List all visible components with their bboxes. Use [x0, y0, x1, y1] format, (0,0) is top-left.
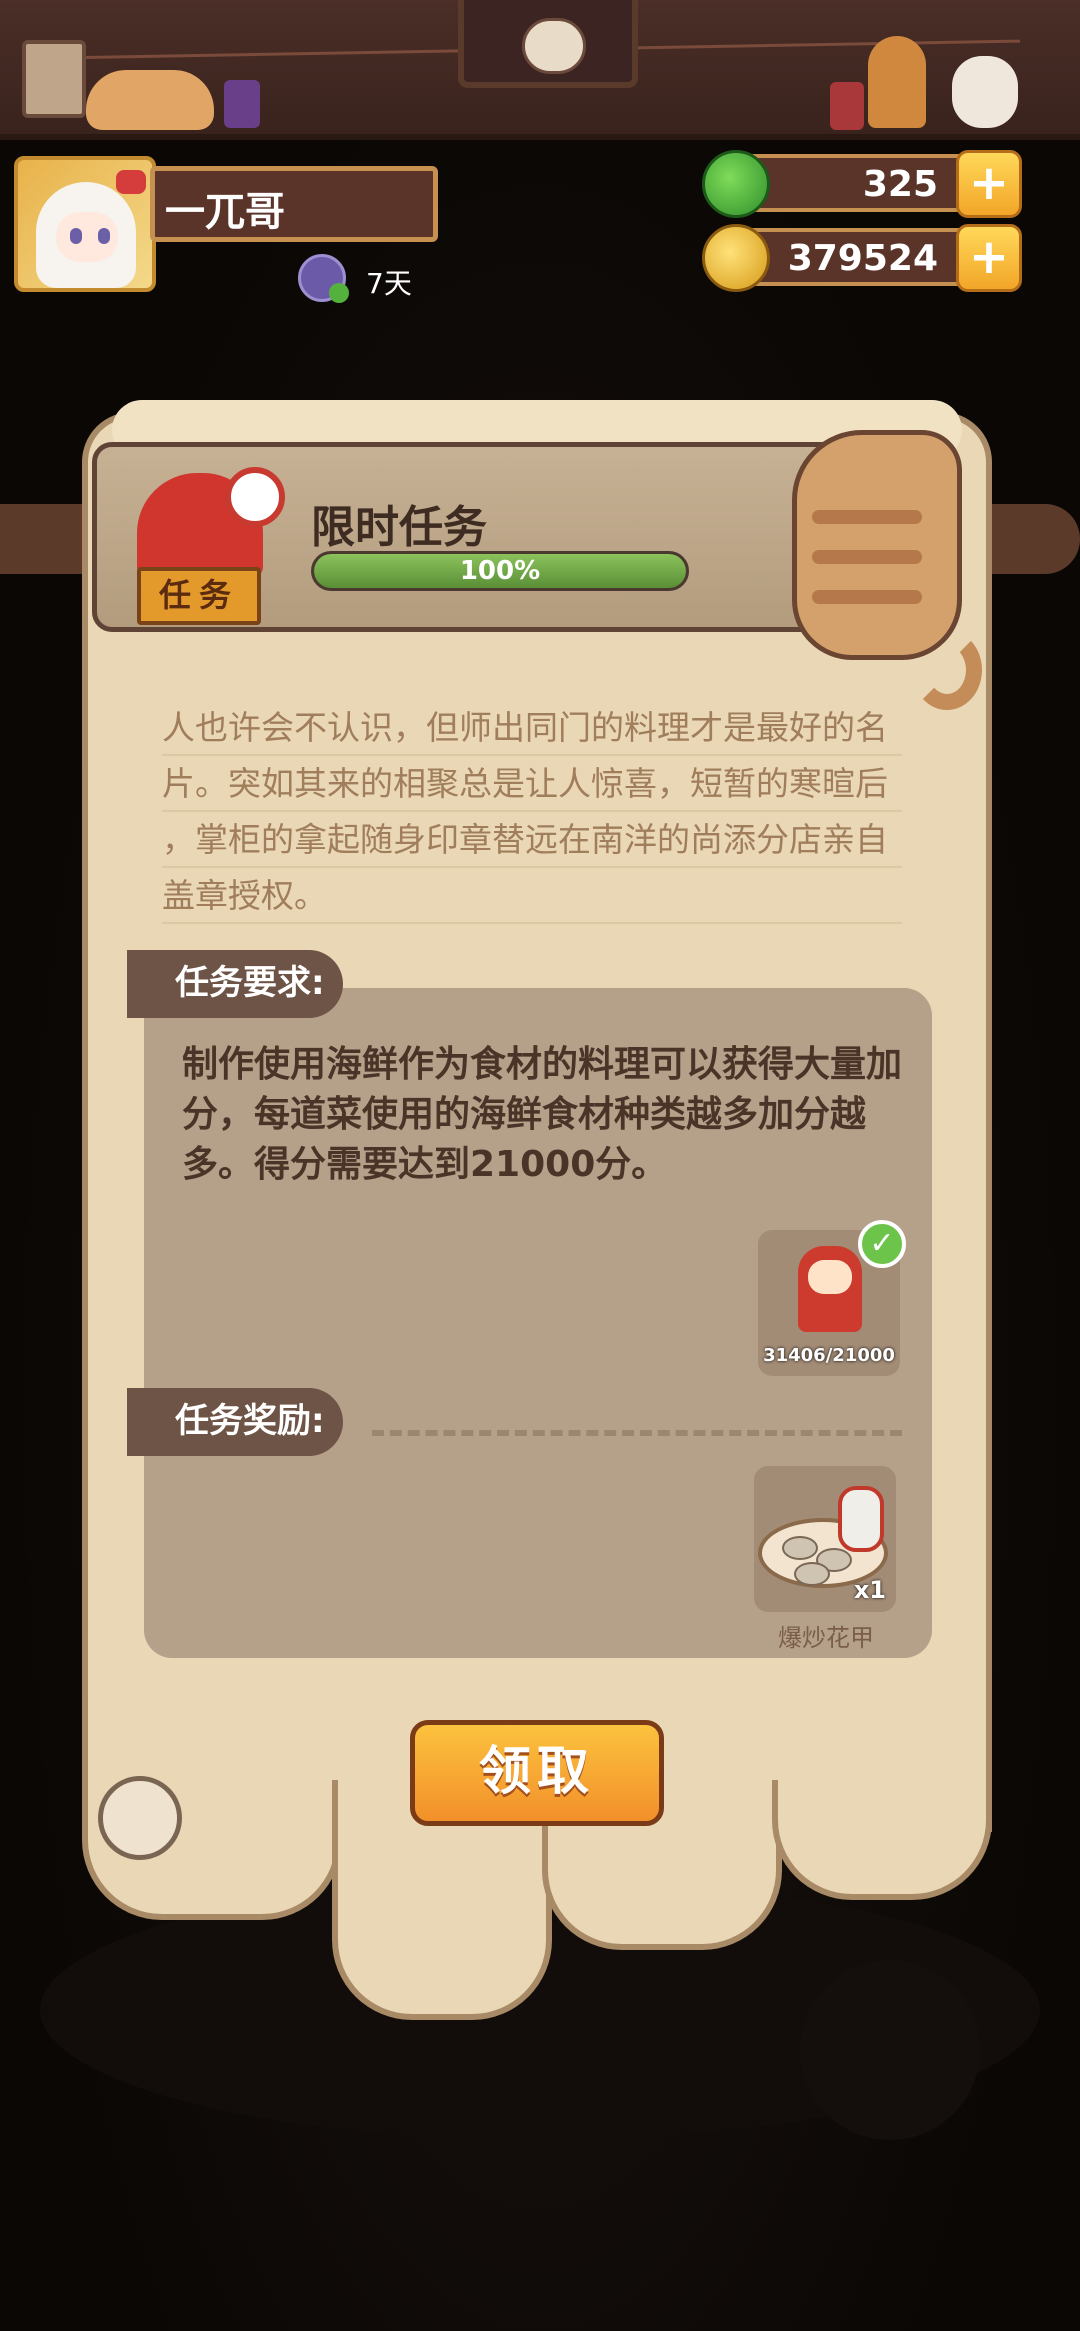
story-line: 片。突如其来的相聚总是让人惊喜，短暂的寒暄后 — [162, 756, 902, 812]
sleeping-cat-icon — [86, 70, 214, 130]
task-story: 人也许会不认识，但师出同门的料理才是最好的名 片。突如其来的相聚总是让人惊喜，短… — [162, 700, 902, 924]
reward-label: 任务奖励: — [127, 1388, 343, 1456]
jade-amount: 325 — [862, 164, 938, 205]
avatar-eye-right — [98, 228, 110, 244]
chef-face — [808, 1260, 852, 1294]
hanging-sign — [458, 0, 638, 88]
clam-icon — [782, 1536, 818, 1560]
reward-card[interactable]: x1 — [754, 1466, 896, 1612]
task-tag: 任务 — [137, 567, 261, 625]
requirement-text: 制作使用海鲜作为食材的料理可以获得大量加分，每道菜使用的海鲜食材种类越多加分越多… — [182, 1044, 903, 1185]
clock-icon — [225, 467, 285, 527]
task-progress-bar: 100% — [311, 551, 689, 591]
story-line: 盖章授权。 — [162, 868, 902, 924]
vip-badge-icon[interactable] — [298, 254, 349, 303]
player-name: 一兀哥 — [165, 189, 285, 235]
reward-quantity: x1 — [853, 1576, 886, 1604]
cat-stripe — [812, 510, 922, 524]
days-counter: 7天 — [366, 267, 412, 300]
coin-amount: 379524 — [787, 238, 938, 279]
avatar-bow — [116, 170, 146, 194]
add-jade-button[interactable]: + — [956, 150, 1022, 218]
shopkeeper-figure-icon — [868, 36, 926, 128]
story-line: 人也许会不认识，但师出同门的料理才是最好的名 — [162, 700, 902, 756]
avatar-eye-left — [70, 228, 82, 244]
top-shelf — [0, 0, 1080, 140]
score-progress: 31406/21000 — [763, 1345, 895, 1366]
tabby-cat-icon — [782, 420, 982, 710]
reward-name: 爆炒花甲 — [778, 1624, 874, 1652]
task-title: 限时任务 — [311, 502, 487, 553]
game-screen: 一兀哥 7天 325 + 379524 + 任务 限时任务 100% 人也许会不… — [0, 0, 1080, 2331]
player-name-plate: 一兀哥 — [150, 166, 438, 242]
task-scroll-panel: 任务 限时任务 100% 人也许会不认识，但师出同门的料理才是最好的名 片。突如… — [82, 400, 992, 2040]
green-jade-icon — [702, 150, 770, 218]
raccoon-icon — [522, 18, 586, 74]
white-cat-icon — [952, 56, 1018, 128]
player-avatar[interactable] — [14, 156, 156, 292]
cat-body — [792, 430, 962, 660]
wine-jar-icon — [838, 1486, 884, 1552]
score-card[interactable]: ✓ 31406/21000 — [758, 1220, 906, 1376]
paw-sign-icon — [22, 40, 86, 118]
clam-icon — [794, 1562, 830, 1586]
claim-button[interactable]: 领取 — [410, 1720, 664, 1826]
task-banner: 任务 限时任务 100% — [92, 442, 842, 632]
story-line: ，掌柜的拿起随身印章替远在南洋的尚添分店亲自 — [162, 812, 902, 868]
progress-text: 100% — [459, 556, 541, 586]
jade-currency-bar: 325 + — [702, 150, 1022, 218]
leaf-icon — [329, 283, 349, 303]
requirement-label: 任务要求: — [127, 950, 343, 1018]
add-coins-button[interactable]: + — [956, 224, 1022, 292]
cat-stripe — [812, 550, 922, 564]
cat-stripe — [812, 590, 922, 604]
red-jar-icon — [830, 82, 864, 130]
purple-jar-icon — [224, 80, 260, 128]
coin-currency-bar: 379524 + — [702, 224, 1022, 292]
check-icon: ✓ — [858, 1220, 906, 1268]
scroll-drip — [772, 1780, 992, 1900]
gold-coin-icon — [702, 224, 770, 292]
cat-tail — [912, 630, 982, 710]
scroll-knot — [98, 1776, 182, 1860]
divider — [372, 1430, 902, 1436]
